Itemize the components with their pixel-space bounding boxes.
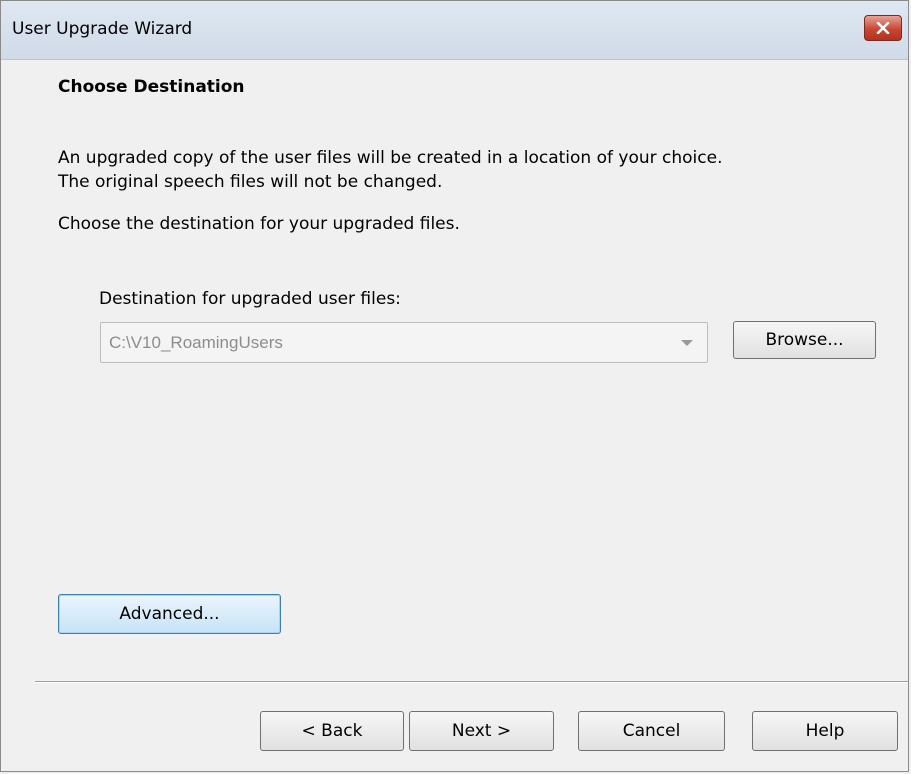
title-bar[interactable]: User Upgrade Wizard: [1, 1, 908, 60]
help-button[interactable]: Help: [752, 711, 898, 751]
footer-separator: [35, 681, 908, 683]
description-line-1: An upgraded copy of the user files will …: [58, 148, 723, 168]
back-button[interactable]: < Back: [260, 711, 404, 751]
close-icon: [876, 22, 890, 34]
browse-button[interactable]: Browse...: [733, 321, 876, 359]
instruction-text: Choose the destination for your upgraded…: [58, 214, 460, 234]
wizard-window: User Upgrade Wizard Choose Destination A…: [0, 0, 909, 772]
description-line-2: The original speech files will not be ch…: [58, 172, 443, 192]
advanced-button[interactable]: Advanced...: [58, 594, 281, 634]
chevron-down-icon[interactable]: [681, 340, 693, 346]
destination-combobox[interactable]: C:\V10_RoamingUsers: [100, 322, 708, 363]
next-button[interactable]: Next >: [409, 711, 554, 751]
window-title: User Upgrade Wizard: [12, 19, 193, 39]
destination-value: C:\V10_RoamingUsers: [109, 333, 283, 352]
page-heading: Choose Destination: [58, 77, 245, 97]
cancel-button[interactable]: Cancel: [578, 711, 725, 751]
close-button[interactable]: [864, 15, 902, 41]
destination-label: Destination for upgraded user files:: [99, 289, 401, 309]
